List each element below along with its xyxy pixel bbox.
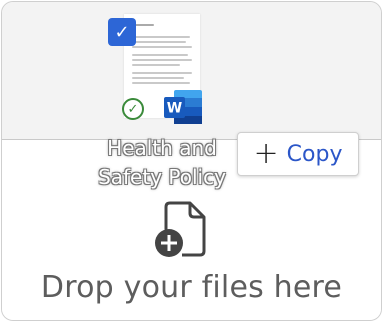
copy-drop-effect-badge: + Copy: [237, 132, 359, 176]
file-name-line-2: Safety Policy: [98, 165, 226, 189]
add-file-icon: [155, 201, 206, 257]
dragged-file-preview[interactable]: ✓ ✓ W: [108, 14, 204, 124]
copy-label: Copy: [286, 141, 343, 167]
dragged-file-name: Health and Safety Policy: [82, 134, 242, 192]
word-letter: W: [167, 101, 182, 117]
selected-checkbox-icon: ✓: [108, 18, 136, 46]
sync-complete-icon: ✓: [122, 98, 144, 120]
file-name-line-1: Health and: [107, 136, 217, 160]
word-icon: W: [164, 90, 202, 124]
drop-instruction-text: Drop your files here: [40, 270, 343, 305]
plus-icon: +: [253, 136, 279, 171]
file-drop-zone[interactable]: ✓ ✓ W Health and Safety Policy + Copy Dr…: [1, 1, 382, 321]
